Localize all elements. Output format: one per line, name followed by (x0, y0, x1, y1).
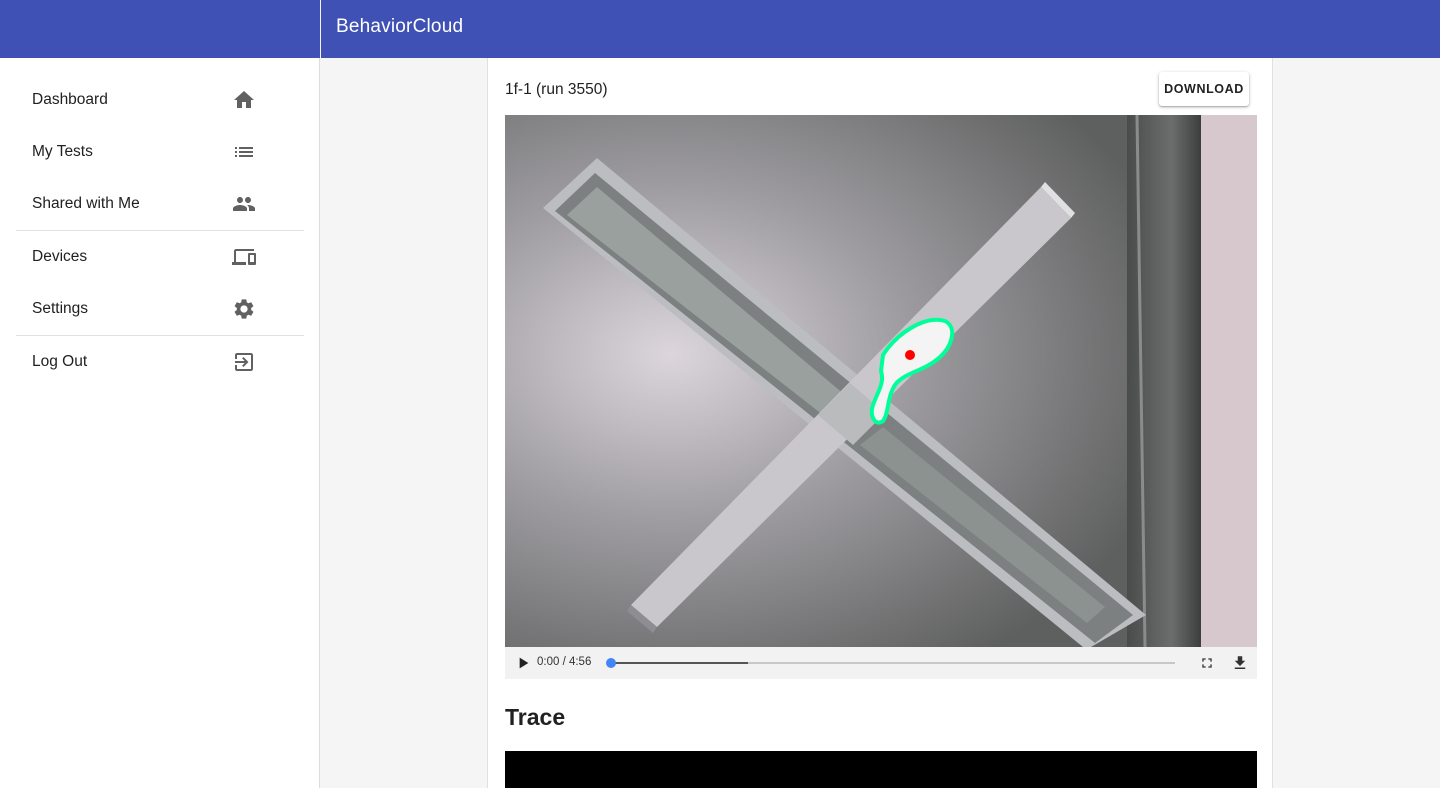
video-time: 0:00 / 4:56 (537, 656, 592, 668)
list-icon (235, 147, 253, 157)
play-icon[interactable] (515, 655, 531, 671)
sidebar-item-devices[interactable]: Devices (16, 231, 304, 283)
sidebar-item-log-out[interactable]: Log Out (16, 336, 304, 388)
maze-video-frame (505, 115, 1257, 647)
trace-heading: Trace (505, 704, 566, 730)
download-button[interactable]: DOWNLOAD (1159, 72, 1249, 106)
sidebar-item-label: Dashboard (32, 91, 108, 108)
home-icon (234, 91, 254, 108)
sidebar-item-label: My Tests (32, 143, 93, 160)
sidebar-item-settings[interactable]: Settings (16, 283, 304, 335)
gear-icon (234, 299, 254, 319)
sidebar-item-label: Settings (32, 300, 89, 317)
app-title: BehaviorCloud (336, 16, 464, 37)
app-bar: BehaviorCloud (321, 0, 1440, 58)
exit-icon (235, 353, 253, 371)
video-player[interactable] (505, 115, 1257, 647)
run-title: 1f-1 (run 3550) (505, 81, 608, 98)
run-card: 1f-1 (run 3550) DOWNLOAD 0:00 / 4:56 Tra… (487, 58, 1273, 788)
video-controls: 0:00 / 4:56 (505, 647, 1257, 679)
video-seek-knob[interactable] (606, 658, 616, 668)
appbar-drawer-header (0, 0, 320, 58)
devices-icon (232, 249, 256, 265)
download-icon[interactable] (1231, 654, 1249, 672)
trace-plot (505, 751, 1257, 788)
sidebar-item-shared-with-me[interactable]: Shared with Me (16, 178, 304, 230)
sidebar: Dashboard My Tests Shared with Me Device… (0, 58, 320, 788)
sidebar-item-label: Devices (32, 248, 88, 265)
people-icon (233, 197, 255, 211)
fullscreen-icon[interactable] (1199, 655, 1215, 671)
sidebar-item-my-tests[interactable]: My Tests (16, 126, 304, 178)
sidebar-item-label: Shared with Me (32, 195, 140, 212)
video-seek-bar[interactable] (606, 658, 1175, 668)
sidebar-item-dashboard[interactable]: Dashboard (16, 74, 304, 126)
video-buffered-range (611, 662, 749, 664)
sidebar-item-label: Log Out (32, 353, 88, 370)
